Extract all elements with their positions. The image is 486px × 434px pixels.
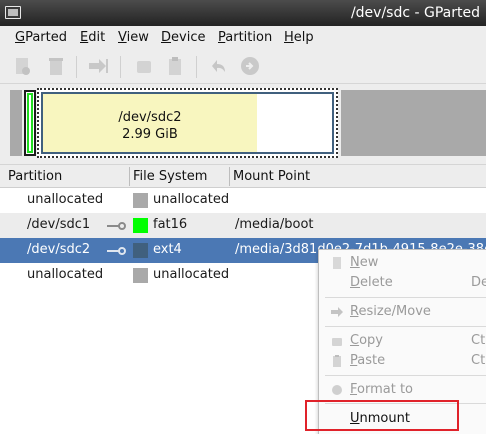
menu-item-resize-move[interactable]: Resize/Move xyxy=(350,304,431,319)
graph-partition-size: 2.99 GiB xyxy=(122,127,178,142)
menu-help[interactable]: Help xyxy=(284,30,314,45)
partition-name: /dev/sdc1 xyxy=(27,217,91,232)
paste-accelerator: Ctr xyxy=(471,353,486,368)
format-icon xyxy=(330,383,344,397)
file-system: unallocated xyxy=(153,192,230,207)
delete-accelerator: De xyxy=(471,275,486,290)
fs-color-swatch xyxy=(133,243,148,258)
menu-separator xyxy=(325,375,486,376)
column-file-system[interactable]: File System xyxy=(133,169,207,184)
file-system: unallocated xyxy=(153,267,230,282)
partition-name: unallocated xyxy=(27,267,104,282)
menu-device[interactable]: Device xyxy=(161,30,205,45)
menu-separator xyxy=(325,326,486,327)
menu-separator xyxy=(325,297,486,298)
copy-icon xyxy=(330,334,344,348)
fs-color-swatch xyxy=(133,218,148,233)
key-icon xyxy=(107,222,126,230)
resize-icon xyxy=(330,305,344,319)
menu-gparted[interactable]: GParted xyxy=(15,30,67,45)
column-mount-point[interactable]: Mount Point xyxy=(233,169,310,184)
partition-name: /dev/sdc2 xyxy=(27,242,91,257)
table-row[interactable]: /dev/sdc1 fat16 /media/boot xyxy=(0,213,486,238)
graph-sdc2-segment[interactable]: /dev/sdc2 2.99 GiB xyxy=(37,88,338,158)
menu-item-paste[interactable]: Paste xyxy=(350,353,385,368)
paste-icon[interactable] xyxy=(163,54,187,78)
title-bar: /dev/sdc - GParted xyxy=(0,0,486,26)
fs-color-swatch xyxy=(133,268,148,283)
new-icon[interactable] xyxy=(10,54,34,78)
menu-view[interactable]: View xyxy=(118,30,149,45)
table-header: Partition File System Mount Point xyxy=(0,164,486,188)
graph-unallocated-segment[interactable] xyxy=(341,90,486,156)
table-row[interactable]: unallocated unallocated xyxy=(0,188,486,213)
partition-graph: /dev/sdc2 2.99 GiB xyxy=(0,84,486,164)
toolbar xyxy=(0,50,486,84)
paste-icon xyxy=(330,354,344,368)
menu-item-delete[interactable]: Delete xyxy=(350,275,393,290)
toolbar-separator xyxy=(196,56,197,78)
toolbar-separator xyxy=(76,56,77,78)
mount-point: /media/boot xyxy=(235,217,314,232)
fs-color-swatch xyxy=(133,193,148,208)
resize-icon[interactable] xyxy=(86,54,110,78)
key-icon xyxy=(107,247,126,255)
menu-bar: GParted Edit View Device Partition Help xyxy=(0,26,486,50)
toolbar-separator xyxy=(120,56,121,78)
copy-accelerator: Ctr xyxy=(471,333,486,348)
highlight-box xyxy=(305,400,459,431)
column-separator xyxy=(229,167,230,186)
new-icon xyxy=(330,256,344,270)
graph-sdc1-segment[interactable] xyxy=(24,90,36,156)
window-title: /dev/sdc - GParted xyxy=(350,5,480,21)
copy-icon[interactable] xyxy=(132,54,156,78)
menu-item-new[interactable]: New xyxy=(350,255,378,270)
column-partition[interactable]: Partition xyxy=(8,169,62,184)
undo-icon[interactable] xyxy=(206,54,230,78)
menu-edit[interactable]: Edit xyxy=(80,30,105,45)
column-separator xyxy=(129,167,130,186)
trash-icon[interactable] xyxy=(44,54,68,78)
menu-item-copy[interactable]: Copy xyxy=(350,333,383,348)
file-system: fat16 xyxy=(153,217,188,232)
menu-partition[interactable]: Partition xyxy=(218,30,272,45)
graph-unallocated-segment[interactable] xyxy=(10,90,22,156)
partition-name: unallocated xyxy=(27,192,104,207)
graph-partition-name: /dev/sdc2 xyxy=(118,110,182,125)
file-system: ext4 xyxy=(153,242,182,257)
apply-icon[interactable] xyxy=(238,54,262,78)
menu-item-format-to[interactable]: Format to xyxy=(350,382,413,397)
